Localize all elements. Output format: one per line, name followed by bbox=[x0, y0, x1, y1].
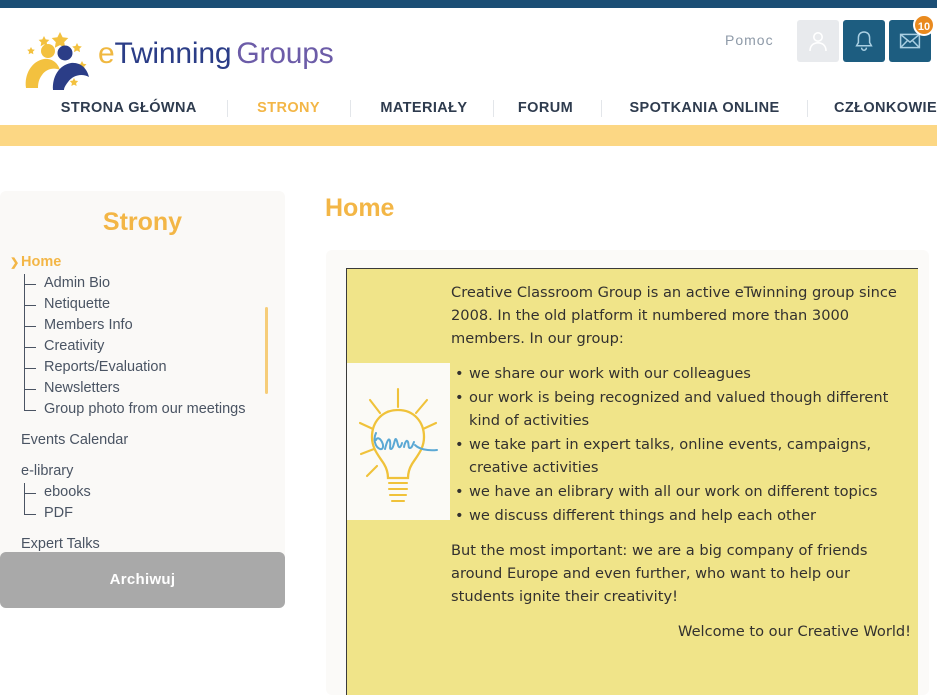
content-text: Creative Classroom Group is an active eT… bbox=[451, 281, 913, 643]
tree-tick bbox=[24, 514, 36, 515]
main-navigation: STRONA GŁÓWNA STRONY MATERIAŁY FORUM SPO… bbox=[0, 91, 937, 125]
pages-tree: ❯ Home Admin Bio Netiquette Members Info bbox=[0, 253, 285, 556]
sidebar-item-label: Members Info bbox=[44, 317, 133, 333]
tree-spacer bbox=[0, 421, 285, 431]
sidebar-item-label: Reports/Evaluation bbox=[44, 359, 167, 375]
sidebar-item-pdf[interactable]: PDF bbox=[0, 504, 285, 525]
bell-icon bbox=[852, 29, 876, 53]
list-item: we share our work with our colleagues bbox=[469, 362, 913, 385]
sidebar-item-label: e-library bbox=[21, 463, 73, 479]
list-item: we have an elibrary with all our work on… bbox=[469, 480, 913, 503]
logo-word-e: e bbox=[98, 37, 115, 70]
chevron-right-icon: ❯ bbox=[10, 256, 19, 269]
page-body: Strony ❯ Home Admin Bio Netiquette Membe… bbox=[0, 146, 937, 685]
sidebar-item-label: Netiquette bbox=[44, 296, 110, 312]
tree-tick bbox=[24, 305, 36, 306]
sidebar-item-reports-evaluation[interactable]: Reports/Evaluation bbox=[0, 358, 285, 379]
notifications-button[interactable] bbox=[843, 20, 885, 62]
logo-word-groups: Groups bbox=[236, 37, 333, 70]
content-card: Creative Classroom Group is an active eT… bbox=[326, 250, 929, 695]
help-link[interactable]: Pomoc bbox=[725, 32, 774, 48]
tree-tick bbox=[24, 389, 36, 390]
user-icon bbox=[806, 29, 830, 53]
tree-tick bbox=[24, 347, 36, 348]
sidebar-title: Strony bbox=[0, 208, 285, 237]
nav-item-materialy[interactable]: MATERIAŁY bbox=[380, 100, 467, 116]
user-profile-button[interactable] bbox=[797, 20, 839, 62]
sidebar-item-events-calendar[interactable]: Events Calendar bbox=[0, 431, 285, 452]
logo-wordmark: eTwinningGroups bbox=[98, 37, 334, 71]
sidebar-item-creativity[interactable]: Creativity bbox=[0, 337, 285, 358]
content-highlight-box: Creative Classroom Group is an active eT… bbox=[346, 268, 918, 695]
intro-paragraph: Creative Classroom Group is an active eT… bbox=[451, 281, 913, 350]
nav-item-czlonkowie[interactable]: CZŁONKOWIE bbox=[834, 100, 937, 116]
tree-tick bbox=[24, 368, 36, 369]
tree-spacer bbox=[0, 452, 285, 462]
list-item: our work is being recognized and valued … bbox=[469, 386, 913, 432]
archive-button[interactable]: Archiwuj bbox=[0, 552, 285, 608]
tree-tick bbox=[24, 326, 36, 327]
sidebar-item-admin-bio[interactable]: Admin Bio bbox=[0, 274, 285, 295]
etwinning-people-stars-logo-icon bbox=[20, 30, 94, 92]
tree-tick bbox=[24, 493, 36, 494]
site-logo[interactable]: eTwinningGroups bbox=[20, 26, 300, 98]
top-accent-bar bbox=[0, 0, 937, 8]
site-header: eTwinningGroups Pomoc 10 STRONA GŁÓWNA S… bbox=[0, 8, 937, 125]
pages-sidebar: Strony ❯ Home Admin Bio Netiquette Membe… bbox=[0, 191, 285, 606]
sidebar-item-label: ebooks bbox=[44, 484, 91, 500]
tree-tick bbox=[24, 284, 36, 285]
sidebar-item-netiquette[interactable]: Netiquette bbox=[0, 295, 285, 316]
list-item: we take part in expert talks, online eve… bbox=[469, 433, 913, 479]
benefits-list: we share our work with our colleagues ou… bbox=[451, 362, 913, 527]
sidebar-item-label: Expert Talks bbox=[21, 536, 100, 552]
accent-band bbox=[0, 125, 937, 146]
nav-item-strony[interactable]: STRONY bbox=[257, 100, 320, 116]
sidebar-item-e-library[interactable]: e-library bbox=[0, 462, 285, 483]
sidebar-item-members-info[interactable]: Members Info bbox=[0, 316, 285, 337]
sidebar-item-label: Events Calendar bbox=[21, 432, 128, 448]
sidebar-item-label: Home bbox=[21, 254, 61, 270]
closing-paragraph: But the most important: we are a big com… bbox=[451, 539, 913, 608]
mail-unread-badge: 10 bbox=[913, 14, 935, 36]
sidebar-item-label: PDF bbox=[44, 505, 73, 521]
sidebar-item-label: Admin Bio bbox=[44, 275, 110, 291]
list-item: we discuss different things and help eac… bbox=[469, 504, 913, 527]
sidebar-item-label: Group photo from our meetings bbox=[44, 401, 246, 417]
sidebar-item-ebooks[interactable]: ebooks bbox=[0, 483, 285, 504]
nav-item-forum[interactable]: FORUM bbox=[518, 100, 573, 116]
sidebar-item-group-photo[interactable]: Group photo from our meetings bbox=[0, 400, 285, 421]
sidebar-item-label: Newsletters bbox=[44, 380, 120, 396]
sidebar-item-newsletters[interactable]: Newsletters bbox=[0, 379, 285, 400]
nav-item-spotkania-online[interactable]: SPOTKANIA ONLINE bbox=[629, 100, 779, 116]
lightbulb-classroom-drawing-icon bbox=[347, 363, 450, 520]
logo-word-twinning: Twinning bbox=[115, 37, 232, 70]
tree-spacer bbox=[0, 525, 285, 535]
sidebar-scrollbar-thumb[interactable] bbox=[265, 307, 268, 394]
sidebar-item-home[interactable]: ❯ Home bbox=[0, 253, 285, 274]
welcome-line: Welcome to our Creative World! bbox=[451, 620, 913, 643]
sidebar-item-label: Creativity bbox=[44, 338, 104, 354]
page-title: Home bbox=[325, 194, 394, 223]
nav-item-strona-glowna[interactable]: STRONA GŁÓWNA bbox=[61, 100, 197, 116]
tree-tick bbox=[24, 410, 36, 411]
